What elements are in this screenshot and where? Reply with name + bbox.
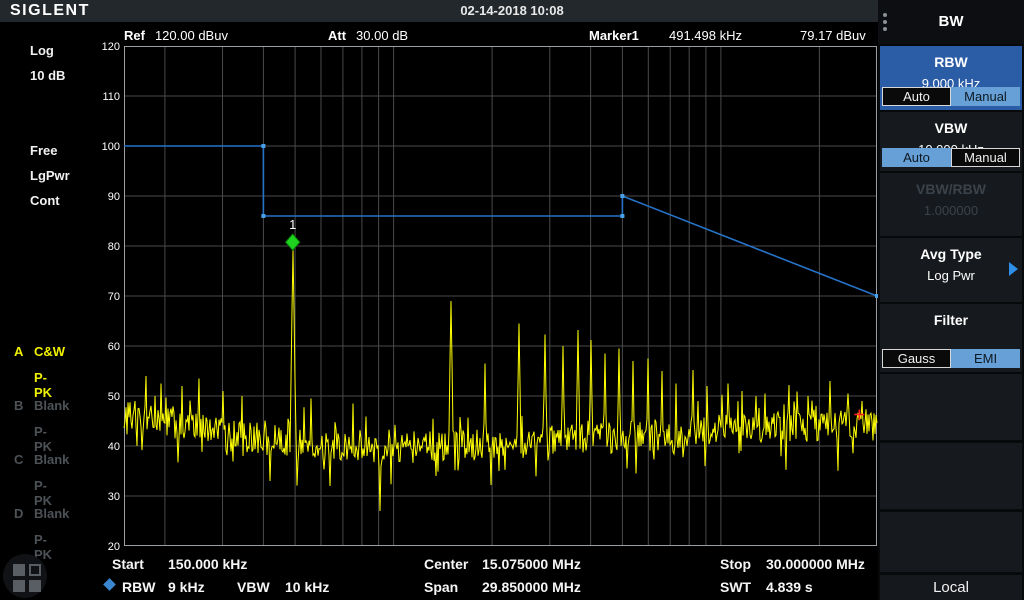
trace-letter: B <box>14 398 23 413</box>
toggle-option-emi[interactable]: EMI <box>951 349 1020 368</box>
local-button[interactable]: Local <box>880 575 1022 600</box>
span-readout: Span29.850000 MHz <box>424 579 581 595</box>
rbw-readout: RBW9 kHz <box>122 579 205 595</box>
marker-label: 1 <box>289 217 296 232</box>
y-axis-tick-label: 90 <box>108 191 120 203</box>
menu-item-label: Avg Type <box>880 246 1022 262</box>
menu-item-label: VBW/RBW <box>880 181 1022 197</box>
limit-line <box>124 146 877 296</box>
y-axis-tick-label: 20 <box>108 541 120 553</box>
toggle-option-auto[interactable]: Auto <box>882 148 951 167</box>
datetime-readout: 02-14-2018 10:08 <box>0 3 1024 18</box>
menu-item-avg-type[interactable]: Avg Type Log Pwr <box>880 238 1022 302</box>
marker-freq-readout: 491.498 kHz <box>669 28 742 43</box>
window-grid-icon[interactable] <box>3 554 47 598</box>
trace-letter: D <box>14 506 23 521</box>
y-axis-tick-label: 70 <box>108 291 120 303</box>
menu-item-empty-3 <box>880 512 1022 572</box>
trigger-readout: Free <box>30 143 57 158</box>
limit-line-vertex <box>261 144 265 148</box>
trace-mode: Blank <box>34 506 69 521</box>
limit-line-vertex <box>620 194 624 198</box>
menu-item-empty-2 <box>880 443 1022 509</box>
y-axis-tick-label: 100 <box>102 141 120 153</box>
toggle-option-gauss[interactable]: Gauss <box>882 349 951 368</box>
trace-mode: C&W <box>34 344 65 359</box>
scale-div-readout: 10 dB <box>30 68 65 83</box>
active-trace-diamond-icon <box>103 578 116 591</box>
toggle-option-auto[interactable]: Auto <box>882 87 951 106</box>
menu-item-vbw[interactable]: VBW10.000 kHzAutoManual <box>880 112 1022 171</box>
vbw-readout: VBW10 kHz <box>237 579 329 595</box>
limit-line-vertex <box>620 214 624 218</box>
att-label: Att <box>328 28 346 43</box>
softkey-menu-panel: BW RBW9.000 kHzAutoManualVBW10.000 kHzAu… <box>878 0 1024 600</box>
ref-label: Ref <box>124 28 145 43</box>
toggle-option-manual[interactable]: Manual <box>951 148 1020 167</box>
stop-freq-readout: Stop30.000000 MHz <box>720 556 865 572</box>
y-axis-tick-label: 120 <box>102 41 120 53</box>
menu-item-filter[interactable]: Filter GaussEMI <box>880 304 1022 372</box>
y-axis-tick-label: 40 <box>108 441 120 453</box>
trace-letter: A <box>14 344 23 359</box>
trace-detector: P-PK <box>34 478 52 508</box>
ref-value: 120.00 dBuv <box>155 28 228 43</box>
center-freq-readout: Center15.075000 MHz <box>424 556 581 572</box>
limit-line-vertex <box>261 214 265 218</box>
y-axis-tick-label: 110 <box>102 91 120 103</box>
submenu-arrow-icon <box>1009 262 1018 276</box>
menu-item-vbw-rbw[interactable]: VBW/RBW 1.000000 <box>880 173 1022 236</box>
y-axis-tick-label: 30 <box>108 491 120 503</box>
y-axis-tick-label: 60 <box>108 341 120 353</box>
trace-mode: Blank <box>34 452 69 467</box>
spectrum-trace <box>124 250 877 511</box>
start-freq-readout: Start150.000 kHz <box>112 556 247 572</box>
att-value: 30.00 dB <box>356 28 408 43</box>
marker-diamond[interactable] <box>286 234 300 250</box>
trace-mode: Blank <box>34 398 69 413</box>
spectrum-analyzer-screen: SIGLENT 02-14-2018 10:08 Ref120.00 dBuv … <box>0 0 1024 600</box>
spectrum-plot: 12011010090807060504030201 <box>124 46 877 546</box>
menu-title: BW <box>878 13 1024 30</box>
trace-detector: P-PK <box>34 424 52 454</box>
scale-type-readout: Log <box>30 43 54 58</box>
trace-letter: C <box>14 452 23 467</box>
menu-header-bw: BW <box>878 0 1024 44</box>
menu-item-value: 1.000000 <box>880 203 1022 218</box>
ref-level-readout: Ref 120.00 dBuv <box>124 28 228 43</box>
menu-item-empty-1 <box>880 374 1022 440</box>
y-axis-tick-label: 80 <box>108 241 120 253</box>
trace-detector: P-PK <box>34 370 52 400</box>
menu-item-label: VBW <box>880 120 1022 136</box>
menu-item-value: Log Pwr <box>880 268 1022 283</box>
attenuation-readout: Att 30.00 dB <box>328 28 408 43</box>
marker-level-readout: 79.17 dBuv <box>800 28 866 43</box>
marker-name-readout: Marker1 <box>589 28 649 43</box>
swt-readout: SWT4.839 s <box>720 579 813 595</box>
menu-item-rbw[interactable]: RBW9.000 kHzAutoManual <box>880 46 1022 110</box>
menu-item-label: RBW <box>880 54 1022 70</box>
toggle-option-manual[interactable]: Manual <box>951 87 1020 106</box>
menu-item-label: Filter <box>880 312 1022 328</box>
y-axis-tick-label: 50 <box>108 391 120 403</box>
sweep-mode-readout: Cont <box>30 193 60 208</box>
avg-mode-readout: LgPwr <box>30 168 70 183</box>
